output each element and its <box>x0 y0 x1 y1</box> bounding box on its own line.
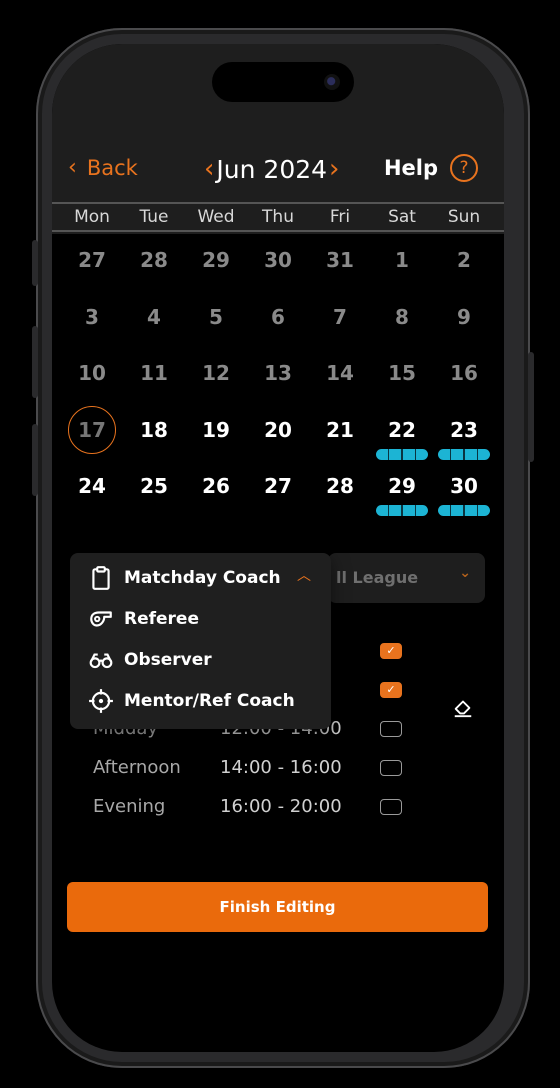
weekday-label: Thu <box>262 207 294 227</box>
calendar-day[interactable]: 2 <box>439 235 489 285</box>
calendar-day[interactable]: 15 <box>377 348 427 398</box>
menu-item-label: Matchday Coach <box>124 568 281 588</box>
calendar-day[interactable]: 30 <box>253 235 303 285</box>
calendar-day[interactable]: 9 <box>439 292 489 342</box>
calendar-day[interactable]: 23 <box>439 405 489 455</box>
finish-editing-button[interactable]: Finish Editing <box>67 882 488 932</box>
screen: ‹ Back ‹ Jun 2024 › Help ? Mon Tue Wed Thu F… <box>52 44 504 1052</box>
clipboard-icon <box>92 566 110 590</box>
calendar-day[interactable]: 31 <box>315 235 365 285</box>
menu-item-label: Observer <box>124 650 212 670</box>
calendar-day[interactable]: 6 <box>253 292 303 342</box>
chevron-left-icon: ‹ <box>68 155 77 180</box>
calendar-day[interactable]: 29 <box>377 461 427 511</box>
availability-bar <box>376 448 428 460</box>
calendar-day[interactable]: 21 <box>315 405 365 455</box>
weekday-label: Tue <box>139 207 169 227</box>
menu-item-matchday-coach[interactable]: Matchday Coach <box>88 565 281 591</box>
weekday-label: Wed <box>197 207 235 227</box>
calendar-day[interactable]: 14 <box>315 348 365 398</box>
menu-item-observer[interactable]: Observer <box>88 647 212 673</box>
help-label: Help <box>383 156 438 180</box>
weekday-row: Mon Tue Wed Thu Fri Sat Sun <box>52 202 504 232</box>
calendar-day[interactable]: 8 <box>377 292 427 342</box>
role-dropdown-menu: ︿ Matchday Coach Referee Observer Mentor… <box>70 553 331 729</box>
menu-item-label: Mentor/Ref Coach <box>124 691 295 711</box>
menu-item-mentor-ref-coach[interactable]: Mentor/Ref Coach <box>88 688 295 714</box>
calendar-day[interactable]: 18 <box>129 405 179 455</box>
calendar-day[interactable]: 27 <box>67 235 117 285</box>
next-month-icon[interactable]: › <box>329 154 339 184</box>
calendar-day[interactable]: 20 <box>253 405 303 455</box>
calendar-day[interactable]: 13 <box>253 348 303 398</box>
calendar-day[interactable]: 3 <box>67 292 117 342</box>
slot-name: Evening <box>93 796 166 817</box>
availability-bar <box>438 448 490 460</box>
calendar-day[interactable]: 28 <box>129 235 179 285</box>
calendar-day[interactable]: 24 <box>67 461 117 511</box>
calendar-day[interactable]: 25 <box>129 461 179 511</box>
league-select[interactable]: ll League ⌄ <box>328 553 485 603</box>
calendar-day[interactable]: 28 <box>315 461 365 511</box>
back-button[interactable]: ‹ Back <box>68 156 138 180</box>
slot-checkbox[interactable]: ✓ <box>380 643 402 659</box>
weekday-label: Fri <box>329 207 351 227</box>
power-button <box>528 352 534 462</box>
month-label: Jun 2024 <box>216 154 328 184</box>
calendar-day[interactable]: 11 <box>129 348 179 398</box>
menu-item-label: Referee <box>124 609 199 629</box>
whistle-icon <box>90 611 112 627</box>
calendar-day[interactable]: 4 <box>129 292 179 342</box>
slot-checkbox[interactable] <box>380 760 402 776</box>
calendar-day[interactable]: 22 <box>377 405 427 455</box>
calendar-day[interactable]: 7 <box>315 292 365 342</box>
calendar-header: ‹ Back ‹ Jun 2024 › Help ? <box>52 154 504 188</box>
calendar-day[interactable]: 30 <box>439 461 489 511</box>
help-icon: ? <box>450 154 478 182</box>
weekday-label: Mon <box>74 207 110 227</box>
slot-checkbox[interactable] <box>380 721 402 737</box>
weekday-label: Sun <box>447 207 481 227</box>
menu-item-referee[interactable]: Referee <box>88 606 199 632</box>
binoculars-icon <box>89 653 113 669</box>
eraser-icon[interactable] <box>452 696 474 718</box>
chevron-up-icon[interactable]: ︿ <box>297 565 311 585</box>
crosshair-icon <box>89 689 113 713</box>
slot-name: Afternoon <box>93 757 181 778</box>
calendar-day[interactable]: 10 <box>67 348 117 398</box>
chevron-down-icon: ⌄ <box>459 565 471 581</box>
prev-month-icon[interactable]: ‹ <box>204 154 214 184</box>
back-label: Back <box>86 156 138 180</box>
weekday-label: Sat <box>388 207 416 227</box>
action-button <box>32 240 38 286</box>
month-switcher: ‹ Jun 2024 › <box>204 154 339 184</box>
slot-checkbox[interactable] <box>380 799 402 815</box>
slot-checkbox[interactable]: ✓ <box>380 682 402 698</box>
calendar-day[interactable]: 17 <box>67 405 117 455</box>
camera-icon <box>324 74 340 90</box>
help-button[interactable]: Help ? <box>384 154 478 182</box>
slot-time: 14:00 - 16:00 <box>220 757 342 778</box>
slot-time: 16:00 - 20:00 <box>220 796 342 817</box>
calendar-day[interactable]: 16 <box>439 348 489 398</box>
availability-bar <box>376 505 428 516</box>
calendar-day[interactable]: 1 <box>377 235 427 285</box>
availability-bar <box>438 505 490 516</box>
calendar-day[interactable]: 27 <box>253 461 303 511</box>
volume-down-button <box>32 424 38 496</box>
league-select-value: ll League <box>336 568 419 587</box>
calendar-day[interactable]: 19 <box>191 405 241 455</box>
calendar-day[interactable]: 5 <box>191 292 241 342</box>
calendar-day[interactable]: 26 <box>191 461 241 511</box>
volume-up-button <box>32 326 38 398</box>
dynamic-island <box>212 62 354 102</box>
calendar-day[interactable]: 29 <box>191 235 241 285</box>
calendar-day[interactable]: 12 <box>191 348 241 398</box>
